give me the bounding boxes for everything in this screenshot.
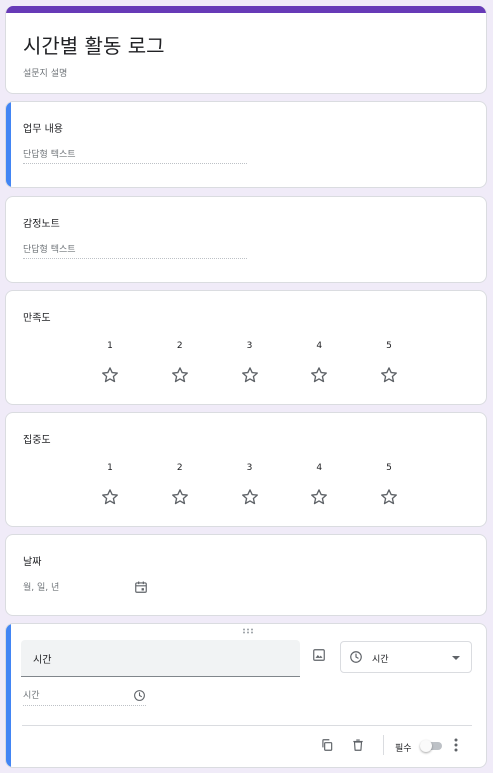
time-answer-placeholder: 시간 bbox=[23, 688, 146, 706]
required-label: 필수 bbox=[395, 744, 412, 754]
date-question-card[interactable]: 날짜 월, 일, 년 bbox=[5, 534, 487, 616]
rating-option[interactable]: 5 bbox=[357, 463, 421, 507]
question-title: 감정노트 bbox=[23, 219, 60, 230]
rating-option[interactable]: 4 bbox=[287, 463, 351, 507]
rating-card-satisfaction[interactable]: 만족도 1 2 3 4 5 bbox=[5, 290, 487, 405]
question-card-work[interactable]: 업무 내용 단답형 텍스트 bbox=[5, 101, 487, 188]
star-icon[interactable] bbox=[100, 487, 120, 507]
star-icon[interactable] bbox=[240, 365, 260, 385]
star-icon[interactable] bbox=[170, 487, 190, 507]
rating-number: 5 bbox=[386, 463, 392, 473]
delete-icon[interactable] bbox=[351, 738, 365, 752]
rating-option[interactable]: 1 bbox=[78, 341, 142, 385]
star-icon[interactable] bbox=[379, 487, 399, 507]
separator bbox=[383, 735, 384, 755]
rating-option[interactable]: 2 bbox=[148, 463, 212, 507]
calendar-icon bbox=[135, 581, 147, 593]
theme-bar bbox=[6, 6, 486, 13]
question-title-input[interactable]: 시간 bbox=[21, 640, 300, 677]
date-placeholder: 월, 일, 년 bbox=[23, 583, 60, 593]
chevron-down-icon bbox=[452, 656, 460, 660]
rating-option[interactable]: 2 bbox=[148, 341, 212, 385]
add-image-icon[interactable] bbox=[312, 648, 326, 662]
clock-icon bbox=[134, 690, 145, 701]
rating-option[interactable]: 5 bbox=[357, 341, 421, 385]
more-vert-icon[interactable] bbox=[452, 738, 460, 752]
question-title: 업무 내용 bbox=[23, 124, 63, 135]
drag-handle-icon[interactable] bbox=[242, 628, 254, 634]
form-title[interactable]: 시간별 활동 로그 bbox=[23, 30, 165, 59]
short-answer-placeholder: 단답형 텍스트 bbox=[23, 142, 247, 164]
question-card-emotion[interactable]: 감정노트 단답형 텍스트 bbox=[5, 196, 487, 283]
editing-question-card[interactable]: 시간 시간 시간 필수 bbox=[5, 623, 487, 768]
star-icon[interactable] bbox=[309, 365, 329, 385]
rating-option[interactable]: 4 bbox=[287, 341, 351, 385]
form-description[interactable]: 설문지 설명 bbox=[23, 66, 67, 79]
duplicate-icon[interactable] bbox=[320, 738, 334, 752]
rating-number: 2 bbox=[176, 463, 183, 473]
rating-number: 5 bbox=[386, 341, 392, 351]
rating-number: 3 bbox=[246, 341, 253, 351]
required-toggle[interactable] bbox=[420, 740, 442, 752]
question-type-dropdown[interactable]: 시간 bbox=[340, 641, 472, 673]
rating-scale: 1 2 3 4 5 bbox=[78, 463, 421, 507]
rating-number: 4 bbox=[316, 463, 323, 473]
rating-option[interactable]: 1 bbox=[78, 463, 142, 507]
rating-number: 4 bbox=[316, 341, 323, 351]
rating-card-focus[interactable]: 집중도 1 2 3 4 5 bbox=[5, 412, 487, 527]
divider bbox=[22, 725, 472, 726]
rating-number: 2 bbox=[176, 341, 183, 351]
rating-option[interactable]: 3 bbox=[218, 341, 282, 385]
rating-scale: 1 2 3 4 5 bbox=[78, 341, 421, 385]
clock-icon bbox=[350, 651, 362, 663]
rating-number: 1 bbox=[107, 463, 113, 473]
rating-number: 3 bbox=[246, 463, 253, 473]
toggle-thumb bbox=[420, 740, 432, 752]
form-header-card: 시간별 활동 로그 설문지 설명 bbox=[5, 6, 487, 94]
question-title: 집중도 bbox=[23, 435, 51, 446]
rating-option[interactable]: 3 bbox=[218, 463, 282, 507]
star-icon[interactable] bbox=[379, 365, 399, 385]
star-icon[interactable] bbox=[240, 487, 260, 507]
short-answer-placeholder: 단답형 텍스트 bbox=[23, 237, 247, 259]
star-icon[interactable] bbox=[170, 365, 190, 385]
question-type-label: 시간 bbox=[372, 655, 389, 665]
rating-number: 1 bbox=[107, 341, 113, 351]
question-title: 날짜 bbox=[23, 557, 42, 568]
question-title: 만족도 bbox=[23, 313, 51, 324]
star-icon[interactable] bbox=[309, 487, 329, 507]
star-icon[interactable] bbox=[100, 365, 120, 385]
